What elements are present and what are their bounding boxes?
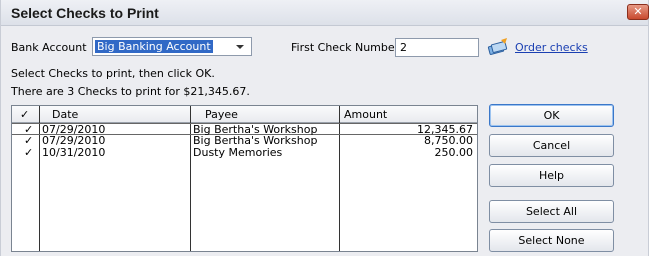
row-payee: Dusty Memories <box>193 146 283 159</box>
title-bar: Select Checks to Print ✕ <box>1 0 649 26</box>
help-button[interactable]: Help <box>489 164 614 187</box>
row-amount: 250.00 <box>434 146 474 159</box>
first-check-number-field[interactable]: 2 <box>395 38 479 57</box>
bank-account-value: Big Banking Account <box>95 40 213 53</box>
select-all-button[interactable]: Select All <box>489 200 614 223</box>
checks-summary-text: There are 3 Checks to print for $21,345.… <box>11 85 250 98</box>
column-header-date[interactable]: Date <box>52 108 78 121</box>
select-checks-dialog: Select Checks to Print ✕ Bank Account Bi… <box>0 0 649 256</box>
column-header-payee[interactable]: Payee <box>205 108 238 121</box>
close-button[interactable]: ✕ <box>627 4 649 20</box>
cancel-button[interactable]: Cancel <box>489 134 614 157</box>
table-header: ✓ Date Payee Amount <box>12 106 477 123</box>
select-none-button[interactable]: Select None <box>489 229 614 252</box>
chevron-down-icon[interactable] <box>236 45 244 49</box>
dialog-title: Select Checks to Print <box>11 5 159 21</box>
instructions-text: Select Checks to print, then click OK. <box>11 67 215 80</box>
ok-button[interactable]: OK <box>489 104 614 127</box>
row-date: 10/31/2010 <box>42 146 106 159</box>
column-header-check[interactable]: ✓ <box>20 108 29 121</box>
table-row[interactable]: ✓ 10/31/2010 Dusty Memories 250.00 <box>12 147 477 159</box>
checks-icon[interactable] <box>487 37 509 57</box>
bank-account-label: Bank Account <box>11 41 87 54</box>
column-header-amount[interactable]: Amount <box>344 108 387 121</box>
checks-table[interactable]: ✓ Date Payee Amount ✓ 07/29/2010 Big Ber… <box>11 105 478 252</box>
first-check-number-label: First Check Number <box>291 41 400 54</box>
bank-account-dropdown[interactable]: Big Banking Account <box>92 37 252 56</box>
row-checkmark[interactable]: ✓ <box>24 147 33 159</box>
order-checks-link[interactable]: Order checks <box>515 41 588 54</box>
